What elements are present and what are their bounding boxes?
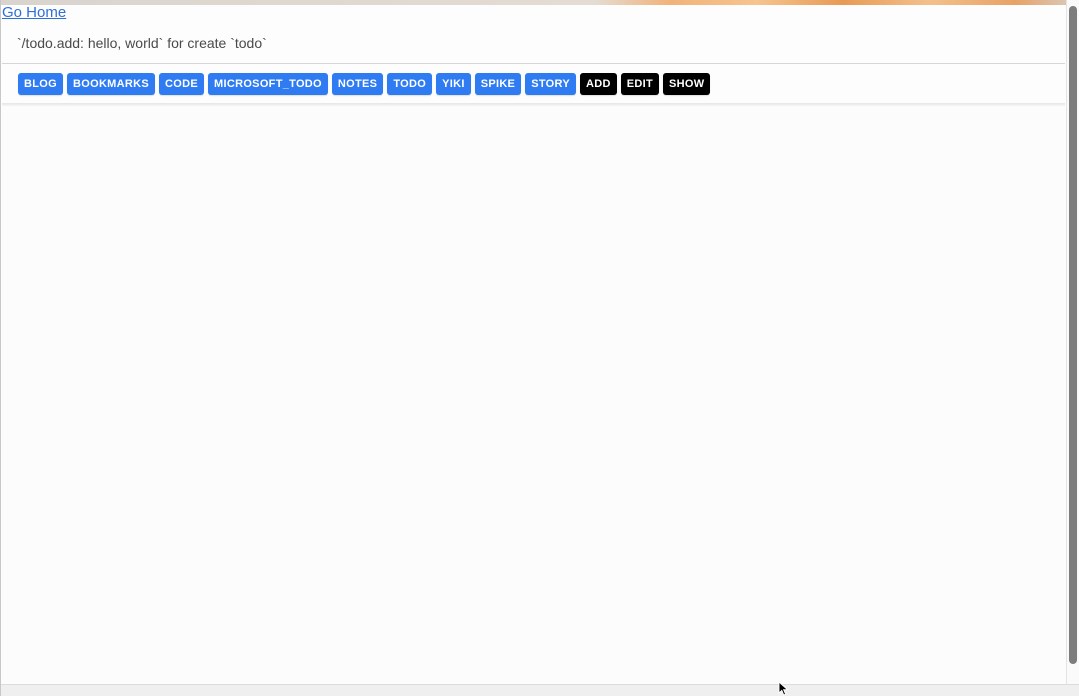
story-button[interactable]: STORY [525, 73, 576, 95]
yiki-button[interactable]: YIKI [436, 73, 471, 95]
microsoft-todo-button[interactable]: MICROSOFT_TODO [208, 73, 328, 95]
window-top-strip [1, 0, 1079, 5]
scrollbar-thumb[interactable] [1069, 6, 1077, 664]
category-toolbar: BLOG BOOKMARKS CODE MICROSOFT_TODO NOTES… [18, 73, 711, 95]
code-button[interactable]: CODE [159, 73, 205, 95]
go-home-link[interactable]: Go Home [2, 4, 66, 22]
window-bottom-strip [1, 684, 1079, 696]
blog-button[interactable]: BLOG [18, 73, 63, 95]
show-button[interactable]: SHOW [663, 73, 711, 95]
bookmarks-button[interactable]: BOOKMARKS [66, 73, 156, 95]
spike-button[interactable]: SPIKE [474, 73, 522, 95]
mouse-pointer-icon [778, 681, 789, 696]
notes-button[interactable]: NOTES [331, 73, 384, 95]
command-hint-text: `/todo.add: hello, world` for create `to… [17, 35, 267, 51]
app-window: Go Home `/todo.add: hello, world` for cr… [0, 0, 1079, 696]
header-divider [2, 63, 1065, 64]
edit-button[interactable]: EDIT [620, 73, 659, 95]
todo-button[interactable]: TODO [387, 73, 433, 95]
content-area [2, 106, 1066, 684]
add-button[interactable]: ADD [580, 73, 617, 95]
